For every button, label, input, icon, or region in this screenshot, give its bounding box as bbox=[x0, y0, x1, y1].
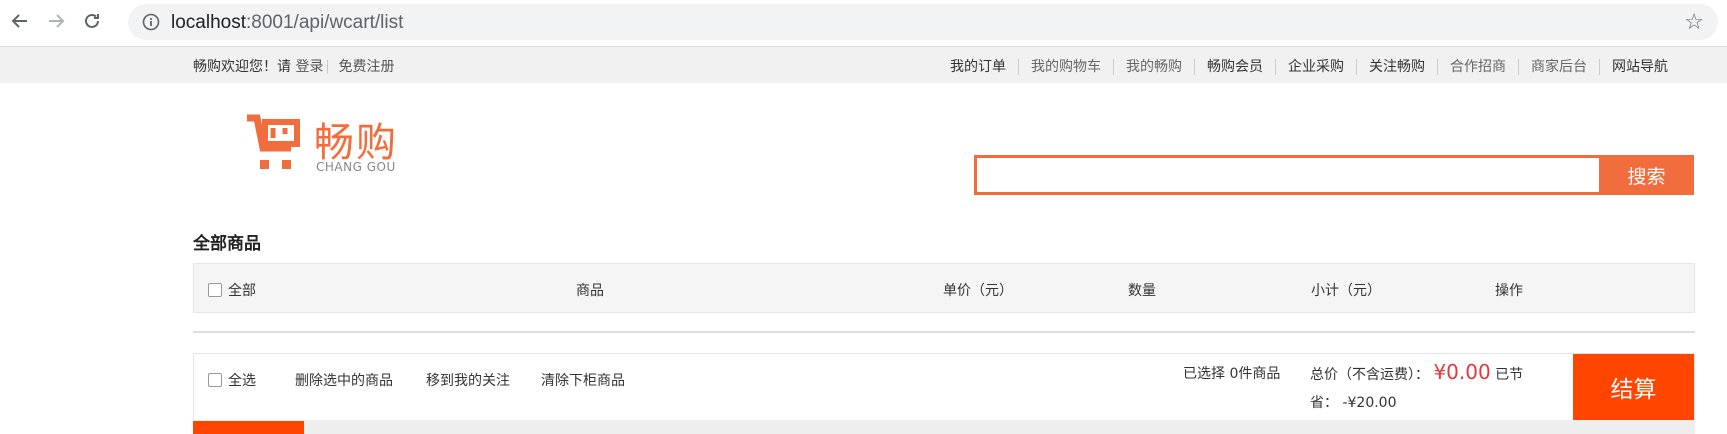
cart-title: 全部商品 bbox=[193, 234, 261, 254]
header-select-all[interactable]: 全部 bbox=[208, 280, 256, 300]
saved-label-b: 省： bbox=[1310, 395, 1338, 411]
search-button[interactable]: 搜索 bbox=[1599, 155, 1694, 195]
logo-text-en: CHANG GOU bbox=[316, 160, 396, 174]
cart-logo-icon bbox=[247, 114, 300, 169]
saved-label-a: 已节 bbox=[1495, 367, 1524, 383]
header-all-label: 全部 bbox=[228, 283, 256, 299]
horizontal-scrollbar[interactable] bbox=[193, 420, 1695, 434]
footer-select-all[interactable]: 全选 bbox=[208, 370, 256, 390]
link-merchant[interactable]: 商家后台 bbox=[1518, 59, 1599, 75]
select-all-checkbox[interactable] bbox=[208, 283, 222, 297]
cart-footer-bar: 全选 删除选中的商品 移到我的关注 清除下柜商品 已选择 0件商品 总价（不含运… bbox=[193, 353, 1695, 421]
browser-toolbar: localhost:8001/api/wcart/list ☆ bbox=[0, 0, 1727, 47]
reload-icon[interactable] bbox=[80, 9, 104, 33]
checkout-button[interactable]: 结算 bbox=[1573, 354, 1694, 420]
link-site-nav[interactable]: 网站导航 bbox=[1599, 59, 1680, 75]
header-price: 单价（元） bbox=[943, 283, 1013, 299]
link-my-changgou[interactable]: 我的畅购 bbox=[1113, 59, 1194, 75]
register-link[interactable]: 免费注册 bbox=[338, 59, 394, 75]
total-summary: 总价（不含运费）： ¥0.00 已节 省： -¥20.00 bbox=[1310, 358, 1560, 417]
link-partner[interactable]: 合作招商 bbox=[1437, 59, 1518, 75]
info-icon[interactable] bbox=[142, 13, 160, 31]
saved-value: -¥20.00 bbox=[1342, 395, 1397, 411]
address-bar[interactable]: localhost:8001/api/wcart/list ☆ bbox=[128, 4, 1718, 40]
total-label: 总价（不含运费）： bbox=[1310, 367, 1429, 383]
selected-count: 已选择 0件商品 bbox=[1183, 366, 1281, 382]
shortcut-bar: 畅购欢迎您！请 登录 免费注册 我的订单 我的购物车 我的畅购 畅购会员 企业采购 关注畅购… bbox=[0, 47, 1727, 83]
move-to-follow-link[interactable]: 移到我的关注 bbox=[426, 370, 510, 390]
header-ops: 操作 bbox=[1495, 283, 1523, 299]
footer-select-all-label: 全选 bbox=[228, 373, 256, 389]
back-icon[interactable] bbox=[8, 9, 32, 33]
search-box: 搜索 bbox=[974, 155, 1694, 195]
footer-select-all-checkbox[interactable] bbox=[208, 373, 222, 387]
scrollbar-thumb[interactable] bbox=[193, 421, 304, 434]
bookmark-star-icon[interactable]: ☆ bbox=[1684, 10, 1704, 35]
delete-selected-link[interactable]: 删除选中的商品 bbox=[295, 370, 393, 390]
link-follow[interactable]: 关注畅购 bbox=[1356, 59, 1437, 75]
header-qty: 数量 bbox=[1128, 283, 1156, 299]
site-logo[interactable]: 畅购 CHANG GOU bbox=[245, 110, 405, 176]
link-my-cart[interactable]: 我的购物车 bbox=[1018, 59, 1113, 75]
header-goods: 商品 bbox=[576, 283, 604, 299]
link-my-orders[interactable]: 我的订单 bbox=[938, 59, 1018, 75]
divider bbox=[193, 331, 1695, 333]
link-member[interactable]: 畅购会员 bbox=[1194, 59, 1275, 75]
login-link[interactable]: 登录 bbox=[295, 59, 323, 75]
total-value: ¥0.00 bbox=[1433, 360, 1491, 384]
cart-header-row: 全部 商品 单价（元） 数量 小计（元） 操作 bbox=[193, 263, 1695, 313]
header-subtotal: 小计（元） bbox=[1311, 283, 1381, 299]
link-enterprise[interactable]: 企业采购 bbox=[1275, 59, 1356, 75]
clear-off-shelf-link[interactable]: 清除下柜商品 bbox=[541, 370, 625, 390]
url-text[interactable]: localhost:8001/api/wcart/list bbox=[171, 12, 403, 34]
top-links: 我的订单 我的购物车 我的畅购 畅购会员 企业采购 关注畅购 合作招商 商家后台 网站导航 bbox=[938, 56, 1680, 76]
welcome-text: 畅购欢迎您！请 bbox=[193, 59, 291, 75]
forward-icon[interactable] bbox=[44, 9, 68, 33]
search-input[interactable] bbox=[974, 155, 1602, 195]
